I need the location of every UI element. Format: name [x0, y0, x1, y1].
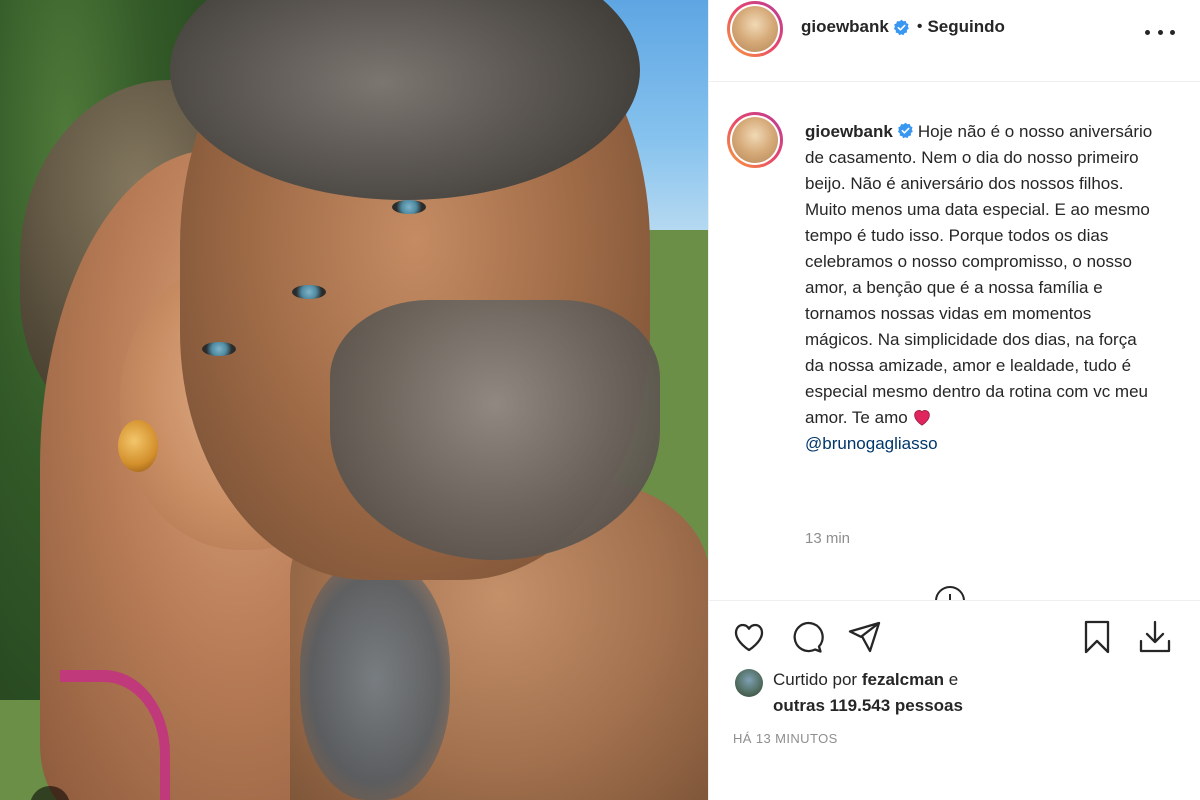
post-caption: gioewbank Hoje não é o nosso aniversário…	[805, 119, 1155, 457]
likes-text: Curtido por fezalcman e outras 119.543 p…	[773, 667, 963, 719]
caption-username[interactable]: gioewbank	[805, 122, 893, 141]
photo-tattoo	[300, 560, 450, 800]
photo-earring	[118, 420, 158, 472]
likes-count-link[interactable]: outras 119.543 pessoas	[773, 696, 963, 715]
photo-eye	[202, 342, 236, 356]
post-actions: Curtido por fezalcman e outras 119.543 p…	[709, 600, 1200, 800]
post-photo[interactable]	[0, 0, 708, 800]
photo-eye	[392, 200, 426, 214]
download-icon[interactable]	[1137, 619, 1173, 655]
author-info: gioewbank • Seguindo	[801, 17, 1005, 37]
load-comments-icon[interactable]	[935, 586, 965, 600]
bookmark-icon[interactable]	[1079, 619, 1115, 655]
likes-conjunction: e	[948, 670, 959, 689]
caption-timestamp: 13 min	[805, 530, 851, 547]
verified-badge-icon	[897, 122, 913, 139]
comment-icon[interactable]	[789, 619, 825, 655]
mention-link[interactable]: @brunogagliasso	[805, 434, 938, 453]
author-avatar[interactable]	[727, 1, 783, 57]
likes-summary: Curtido por fezalcman e outras 119.543 p…	[735, 667, 963, 719]
verified-badge-icon	[893, 19, 909, 35]
more-options-icon[interactable]	[1145, 22, 1175, 42]
following-button[interactable]: Seguindo	[927, 17, 1004, 37]
caption-author-avatar[interactable]	[727, 112, 783, 168]
separator-dot: •	[916, 18, 923, 35]
post-header: gioewbank • Seguindo	[709, 0, 1200, 82]
heart-icon[interactable]	[731, 619, 767, 655]
author-username[interactable]: gioewbank	[801, 17, 889, 37]
liker-avatar[interactable]	[735, 669, 763, 697]
post-side-panel: gioewbank • Seguindo gioewbank Hoje não …	[708, 0, 1200, 800]
liker-username[interactable]: fezalcman	[862, 670, 944, 689]
caption-section: gioewbank Hoje não é o nosso aniversário…	[709, 82, 1200, 600]
caption-text: Hoje não é o nosso aniversário de casame…	[805, 122, 1153, 427]
photo-man-beard	[330, 300, 660, 560]
likes-prefix: Curtido por	[773, 670, 858, 689]
photo-eye	[292, 285, 326, 299]
share-icon[interactable]	[847, 619, 883, 655]
post-timestamp: HÁ 13 MINUTOS	[733, 731, 838, 746]
red-heart-emoji-icon	[914, 410, 931, 426]
